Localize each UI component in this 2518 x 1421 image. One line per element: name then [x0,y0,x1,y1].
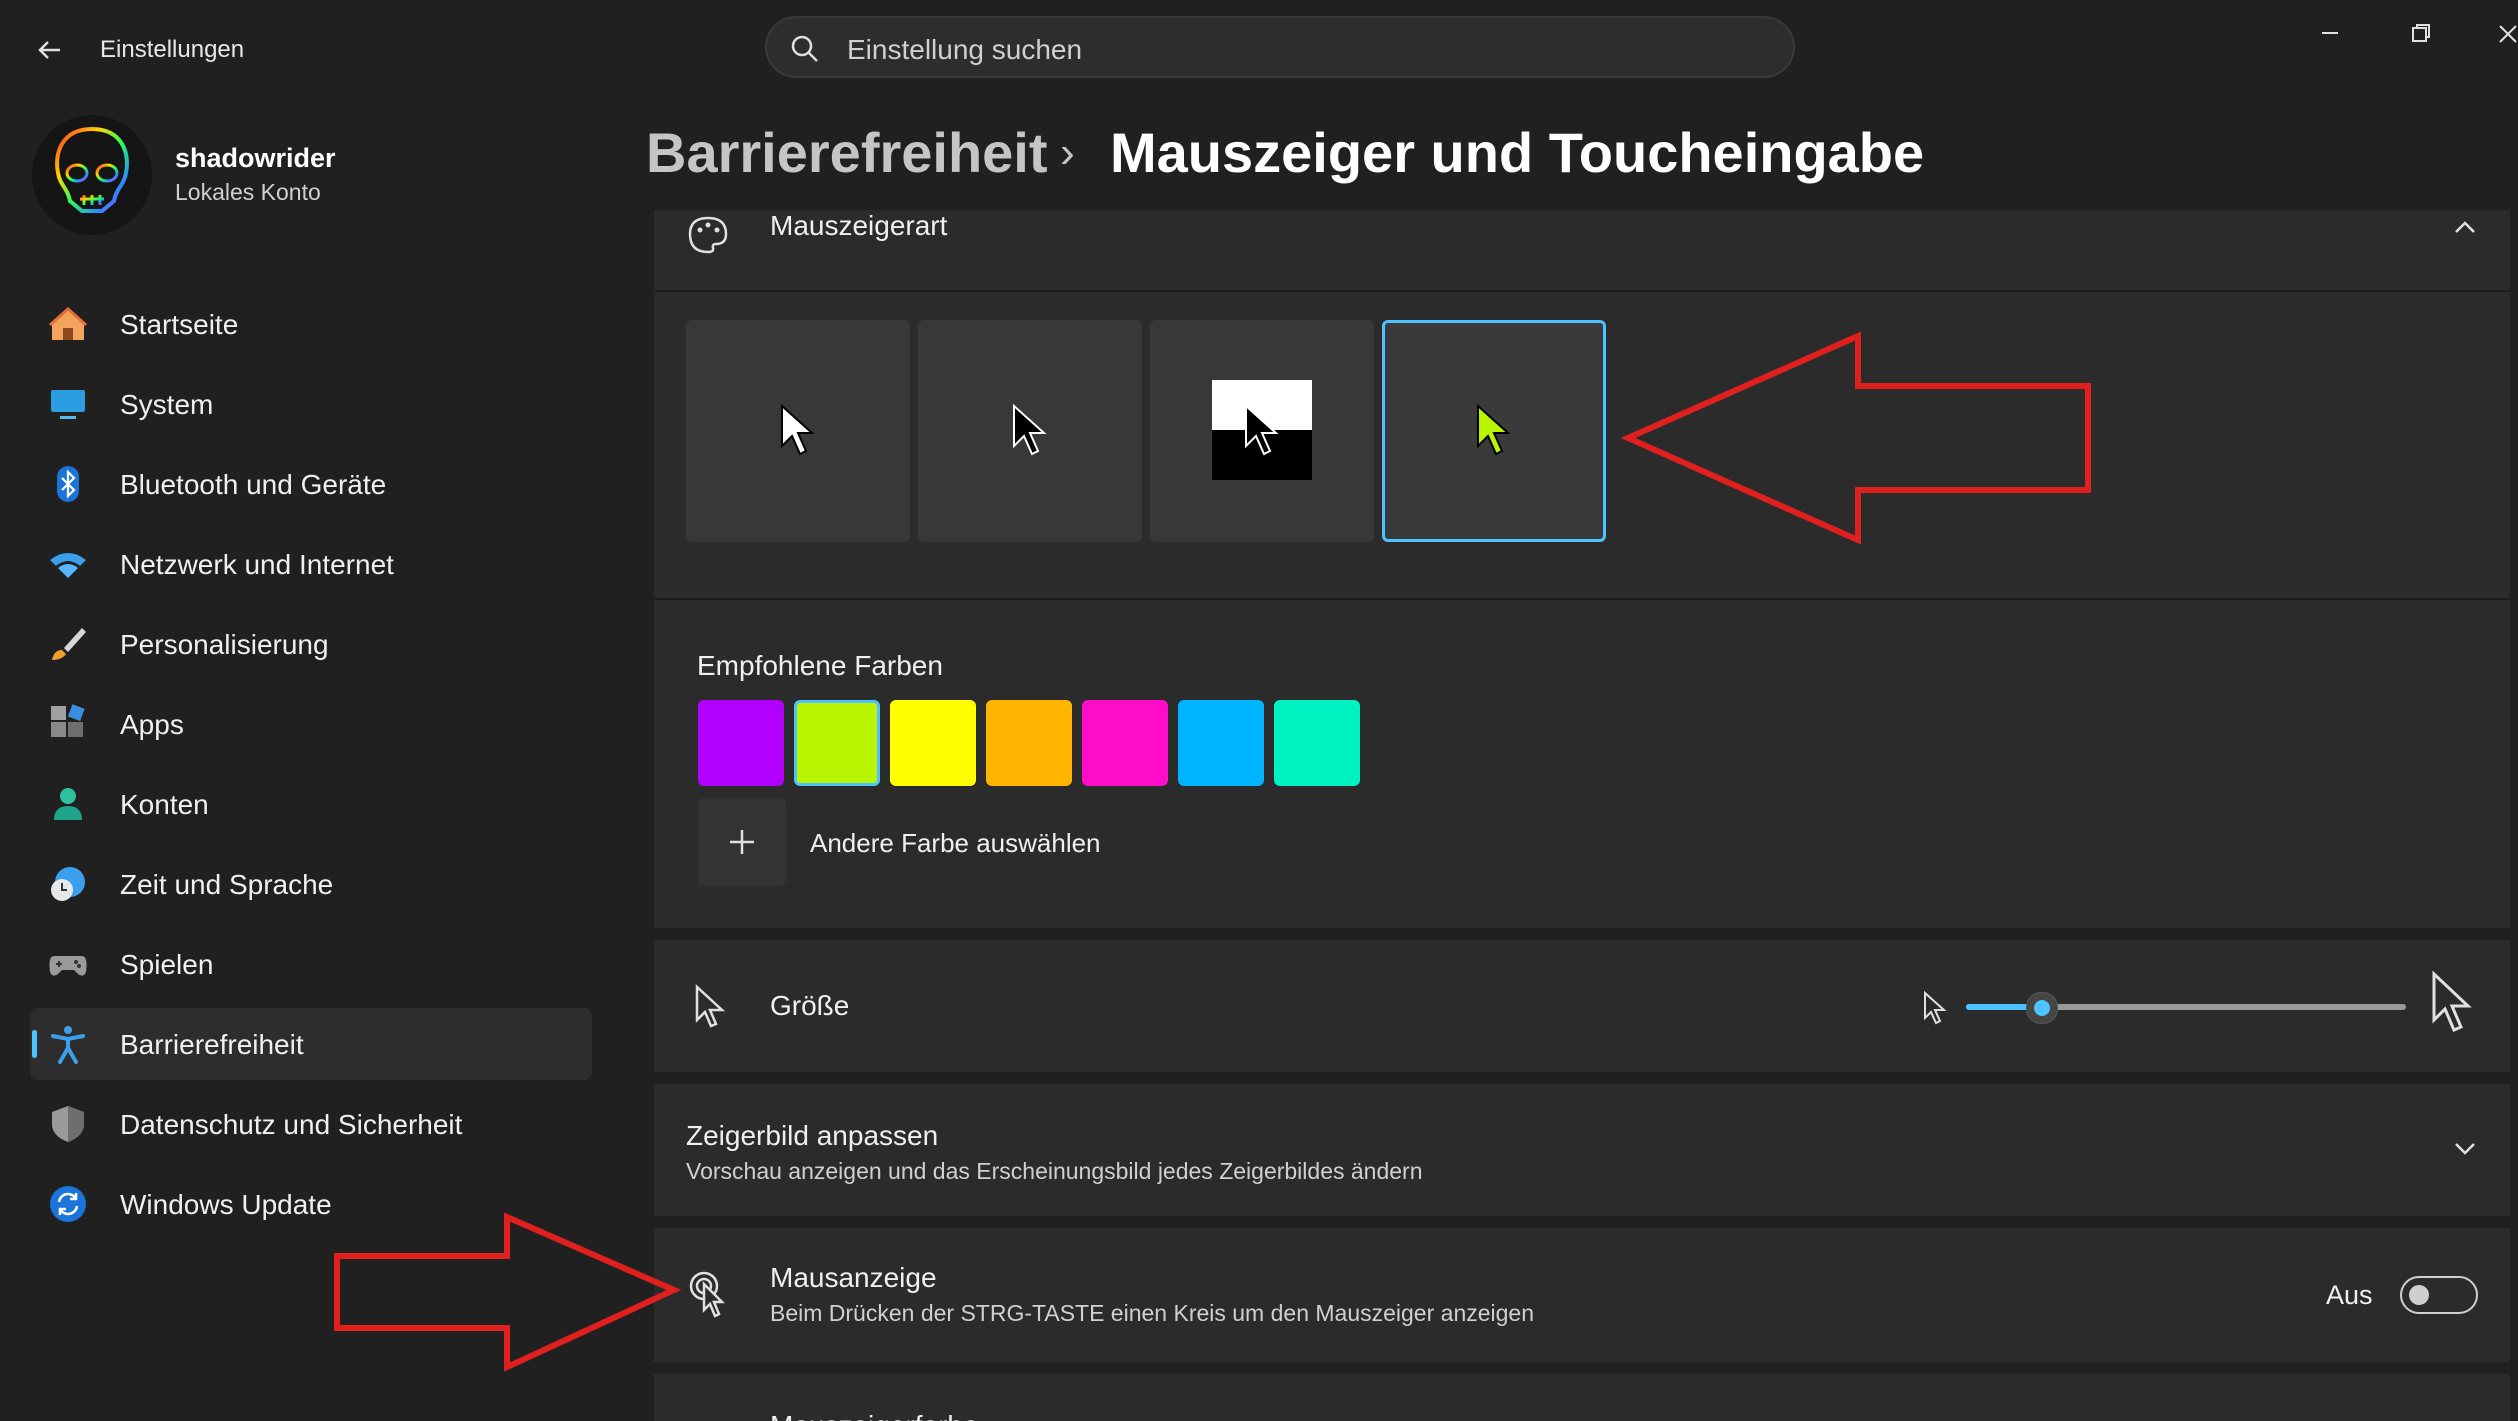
toggle-state-label: Aus [2326,1280,2373,1310]
small-cursor-icon [1924,990,1947,1025]
cursor-icon [695,984,726,1028]
annotation-arrow-right [334,1212,682,1372]
next-row-title: Mauszeigerfarbe [770,1410,979,1421]
sidebar-item-netzwerk[interactable]: Netzwerk und Internet [30,528,592,600]
color-swatch-orange[interactable] [986,700,1072,786]
sidebar-item-personalisierung[interactable]: Personalisierung [30,608,592,680]
sidebar-item-system[interactable]: System [30,368,592,440]
update-icon [50,1186,86,1222]
minimize-icon [2322,32,2338,34]
sidebar-item-startseite[interactable]: Startseite [30,288,592,360]
pointer-image-title: Zeigerbild anpassen [686,1120,939,1151]
search-input[interactable]: Einstellung suchen [847,34,1082,66]
color-swatch-yellow[interactable] [890,700,976,786]
custom-color-cursor-icon [1477,403,1511,456]
pointer-style-header[interactable]: Mauszeigerart [654,210,2510,290]
active-indicator [32,1030,37,1058]
add-color-button[interactable] [698,798,786,886]
user-account-type: Lokales Konto [175,179,321,205]
sidebar-item-apps[interactable]: Apps [30,688,592,760]
size-slider-thumb[interactable] [2025,992,2058,1024]
other-color-label[interactable]: Andere Farbe auswählen [810,828,1101,859]
pointer-style-title: Mauszeigerart [770,210,948,241]
size-label: Größe [770,990,850,1021]
customize-pointer-image-row[interactable]: Zeigerbild anpassen Vorschau anzeigen un… [654,1084,2510,1216]
mouse-indicator-row: Mausanzeige Beim Drücken der STRG-TASTE … [654,1228,2510,1362]
mouse-indicator-title: Mausanzeige [770,1262,937,1293]
palette-icon [688,216,728,254]
gamepad-icon [49,956,87,976]
restore-button[interactable] [2400,18,2440,48]
sidebar-item-bluetooth[interactable]: Bluetooth und Geräte [30,448,592,520]
sidebar-item-zeit[interactable]: Zeit und Sprache [30,848,592,920]
close-icon [2499,25,2517,43]
chevron-down-icon [2455,1143,2475,1155]
color-swatch-teal[interactable] [1274,700,1360,786]
minimize-button[interactable] [2310,18,2350,48]
pointer-style-black[interactable] [918,320,1142,542]
white-cursor-icon [781,403,815,456]
brush-icon [52,628,86,660]
search-box[interactable]: Einstellung suchen [765,16,1795,78]
back-button[interactable] [30,30,70,70]
plus-icon [730,830,754,854]
wifi-icon [50,553,86,578]
annotation-arrow-left [1620,331,2091,545]
color-swatch-blue[interactable] [1178,700,1264,786]
large-cursor-icon [2432,970,2472,1032]
pointer-color-row[interactable]: Mauszeigerfarbe [654,1374,2510,1421]
color-swatch-lime[interactable] [794,700,880,786]
recommended-colors-title: Empfohlene Farben [697,650,943,681]
arrow-left-icon [38,41,60,59]
chevron-up-icon [2455,221,2475,233]
sidebar-item-datenschutz[interactable]: Datenschutz und Sicherheit [30,1088,592,1160]
avatar[interactable] [32,115,152,235]
black-cursor-icon [1013,403,1047,456]
close-button[interactable] [2490,18,2518,48]
sidebar-item-konten[interactable]: Konten [30,768,592,840]
size-row: Größe [654,940,2510,1072]
restore-icon [2412,24,2430,42]
accessibility-icon [51,1026,85,1064]
breadcrumb-separator: › [1060,128,1075,177]
sidebar-item-barrierefreiheit[interactable]: Barrierefreiheit [30,1008,592,1080]
person-icon [54,788,82,820]
skull-avatar-icon [55,126,129,213]
page-title: Mauszeiger und Toucheingabe [1110,121,1925,184]
pointer-image-subtitle: Vorschau anzeigen und das Erscheinungsbi… [686,1158,1423,1184]
search-icon [791,35,818,62]
app-title: Einstellungen [100,36,245,63]
clock-globe-icon [51,867,85,901]
apps-icon [51,704,85,737]
color-swatch-purple[interactable] [698,700,784,786]
inverted-cursor-icon [1245,403,1279,456]
color-swatch-pink[interactable] [1082,700,1168,786]
shield-icon [52,1106,84,1142]
mouse-indicator-icon [689,1271,726,1318]
user-name: shadowrider [175,143,336,173]
mouse-indicator-subtitle: Beim Drücken der STRG-TASTE einen Kreis … [770,1300,1535,1326]
pointer-style-inverted[interactable] [1150,320,1374,542]
monitor-icon [51,390,85,419]
pointer-style-white[interactable] [686,320,910,542]
mouse-indicator-toggle[interactable] [2400,1276,2478,1314]
breadcrumb-parent[interactable]: Barrierefreiheit [646,120,1048,185]
pointer-style-custom[interactable] [1382,320,1606,542]
home-icon [49,306,87,340]
bluetooth-icon [57,466,79,502]
sidebar-item-spielen[interactable]: Spielen [30,928,592,1000]
